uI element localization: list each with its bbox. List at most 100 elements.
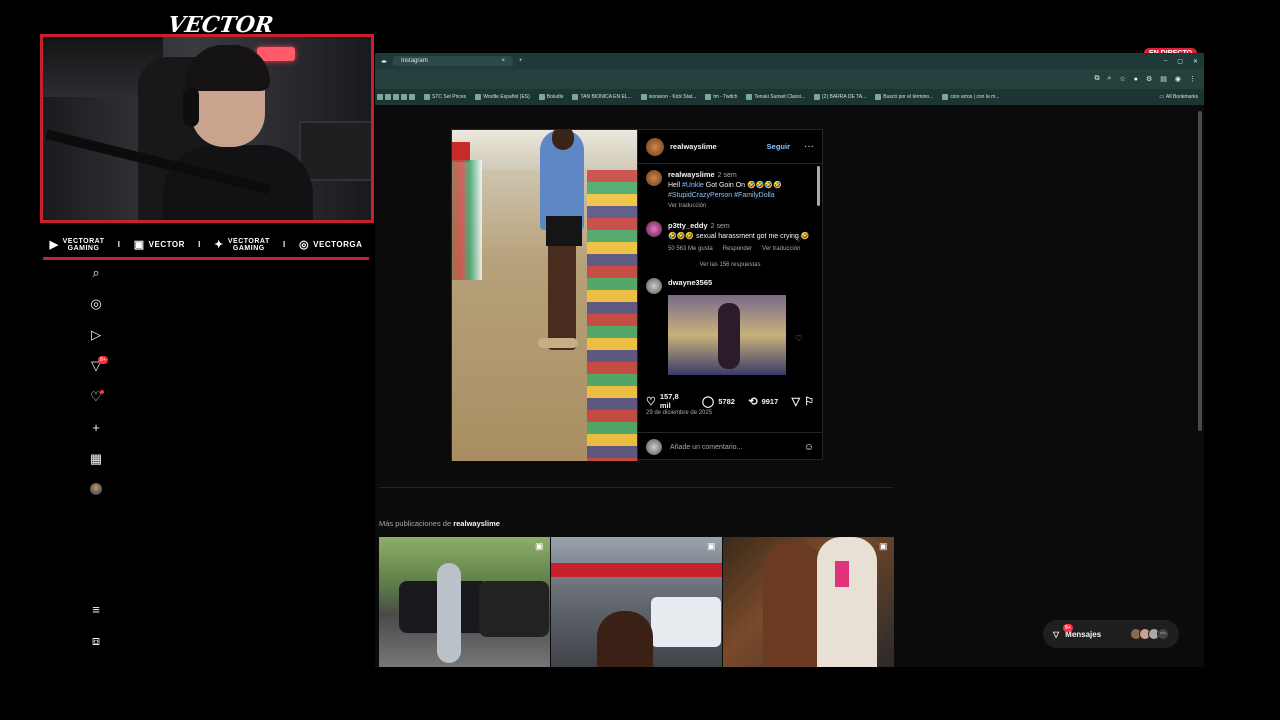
follow-button[interactable]: Seguir (767, 142, 790, 151)
view-replies[interactable]: Ver las 156 respuestas (646, 262, 814, 268)
grid-post[interactable]: ▣ (379, 537, 550, 667)
address-bar: ⧉ ⌕ ☆ ● ⚙ ▤ ◉ ⋮ (375, 69, 1204, 89)
emoji-icon[interactable]: ☺ (804, 442, 814, 453)
grid-post[interactable]: ▣ (723, 537, 894, 667)
tab-title: Instagram (401, 58, 428, 64)
messages-badge: 9+ (1063, 624, 1073, 632)
comment-reply[interactable]: Responder (723, 246, 752, 252)
caption-username[interactable]: realwayslime (668, 170, 715, 179)
puzzle-icon[interactable]: ⚙ (1146, 75, 1152, 83)
tab-search-icon[interactable]: ◂▸ (381, 58, 387, 65)
caption-translate[interactable]: Ver traducción (668, 203, 706, 209)
save-icon[interactable]: ⚐ (804, 395, 814, 408)
install-icon[interactable]: ⧉ (1095, 75, 1100, 83)
more-posts-username[interactable]: realwayslime (453, 519, 500, 528)
post-modal: realwayslime Seguir ··· realwayslime 2 se… (451, 129, 823, 461)
bookmark-item[interactable]: tm - Twitch (705, 94, 737, 100)
instagram-sidebar: ⌕ ◎ ▷ ▽ 9+ ♡ + ▦ ≡ ⧈ (76, 260, 116, 667)
dashboard-icon[interactable]: ▦ (88, 451, 104, 467)
repost-count: 9917 (761, 396, 779, 406)
bookmark-item[interactable]: Wordle Español (ES) (475, 94, 530, 100)
screen: VECTOR ▶ VECTORAT GAMING I ▣ VECTOR I ✦ V… (0, 0, 1280, 720)
bookmark-item[interactable]: (2) BARRA DE TA... (814, 94, 866, 100)
sidebar-icon[interactable]: ▤ (1160, 75, 1167, 83)
profile-avatar[interactable] (90, 483, 102, 495)
author-username[interactable]: realwayslime (670, 142, 717, 151)
comments-scrollbar[interactable] (817, 166, 820, 206)
reels-icon[interactable]: ▷ (88, 327, 104, 343)
like-count[interactable]: 157,8 mil (660, 392, 689, 410)
direct-badge: 9+ (98, 356, 108, 364)
kebab-menu-icon[interactable]: ⋮ (1189, 75, 1196, 83)
explore-icon[interactable]: ◎ (88, 296, 104, 312)
search-icon[interactable]: ⌕ (88, 265, 104, 281)
social-youtube-line1: VECTORAT (62, 237, 105, 245)
more-options-icon[interactable]: ··· (804, 141, 814, 152)
bookmark-item[interactable]: STC Set Prices (424, 94, 466, 100)
caption-avatar[interactable] (646, 170, 662, 186)
comment-translate[interactable]: Ver traducción (762, 246, 800, 252)
post-panel: realwayslime Seguir ··· realwayslime 2 se… (637, 130, 822, 461)
bookmark-item[interactable]: Buscó por el término... (875, 94, 933, 100)
extension-icon[interactable]: ● (1134, 76, 1138, 83)
author-avatar[interactable] (646, 137, 664, 156)
more-avatars-icon: ··· (1157, 628, 1169, 640)
bookmark-item[interactable]: Tenuki Sunset Classi... (746, 94, 805, 100)
caption-text-mid: Got Goin On 🤣🤣🤣🤣 (703, 182, 782, 189)
caption-hashtag[interactable]: #Unkle (682, 182, 704, 189)
create-icon[interactable]: + (88, 420, 104, 436)
comment-likes[interactable]: 50 563 Me gusta (668, 246, 713, 252)
profile-icon[interactable]: ◉ (1175, 75, 1181, 83)
page-scrollbar[interactable] (1198, 111, 1202, 431)
repost-icon[interactable]: ⟲ (748, 395, 757, 408)
exit-sign (452, 142, 470, 162)
add-comment-input[interactable]: Añade un comentario... (670, 444, 742, 451)
divider (379, 487, 893, 488)
bookmark-item[interactable]: Boludle (538, 94, 563, 100)
tab-close-button[interactable]: × (502, 58, 506, 64)
comment: dwayne3565 ♡ (646, 278, 814, 375)
threads-icon[interactable]: ⧈ (88, 633, 104, 649)
tab-bar: ◂▸ Instagram × + – ▢ ✕ (375, 53, 1204, 69)
comment-avatar[interactable] (646, 221, 662, 237)
share-icon[interactable]: ▽ (792, 395, 800, 408)
caption: realwayslime 2 sem Hell #Unkle Got Goin O… (646, 170, 814, 211)
maximize-button[interactable]: ▢ (1177, 58, 1183, 65)
bookmark-apps-icon[interactable] (377, 94, 415, 100)
comment-like-icon[interactable]: ♡ (795, 235, 802, 244)
all-bookmarks[interactable]: ▭ All Bookmarks (1159, 94, 1204, 100)
comment-username[interactable]: p3tty_eddy (668, 221, 708, 230)
separator: I (117, 240, 121, 249)
reel-icon: ▣ (879, 541, 888, 551)
headset (183, 87, 199, 127)
social-twitch: ▣ VECTOR (134, 238, 185, 251)
comment-gif[interactable] (668, 295, 786, 375)
webcam-overlay (40, 34, 374, 223)
social-twitter-line2: GAMING (232, 244, 265, 252)
post-date: 29 de diciembre de 2025 (646, 410, 713, 416)
messages-button[interactable]: ▽ 9+ Mensajes ··· (1043, 620, 1179, 648)
tab-instagram[interactable]: Instagram × (393, 56, 514, 66)
social-twitter-line1: VECTORAT (227, 237, 270, 245)
new-tab-button[interactable]: + (519, 58, 523, 64)
post-video[interactable] (452, 130, 637, 461)
grid-post[interactable]: ▣ (551, 537, 722, 667)
caption-hashtags[interactable]: #StupidCrazyPerson #FamilyDolla (668, 192, 775, 199)
close-window-button[interactable]: ✕ (1193, 58, 1198, 65)
bookmark-item[interactable]: sionaron - Kick Stat... (640, 94, 696, 100)
youtube-icon: ▶ (49, 239, 59, 251)
comment-like-icon[interactable]: ♡ (795, 334, 802, 343)
minimize-button[interactable]: – (1164, 58, 1167, 65)
like-icon[interactable]: ♡ (646, 395, 656, 408)
instagram-icon: ◎ (299, 239, 310, 251)
comments-list[interactable]: realwayslime 2 sem Hell #Unkle Got Goin O… (638, 166, 822, 388)
star-icon[interactable]: ☆ (1119, 75, 1125, 83)
menu-icon[interactable]: ≡ (88, 602, 104, 618)
comment-username[interactable]: dwayne3565 (668, 278, 712, 287)
separator: I (283, 240, 286, 249)
bookmark-item[interactable]: TAN BIONICA EN EL... (572, 94, 632, 100)
bookmark-item[interactable]: cion arros | con la m... (942, 94, 999, 100)
zoom-icon[interactable]: ⌕ (1108, 75, 1112, 83)
comment-icon[interactable]: ◯ (702, 395, 714, 408)
comment-avatar[interactable] (646, 278, 662, 294)
